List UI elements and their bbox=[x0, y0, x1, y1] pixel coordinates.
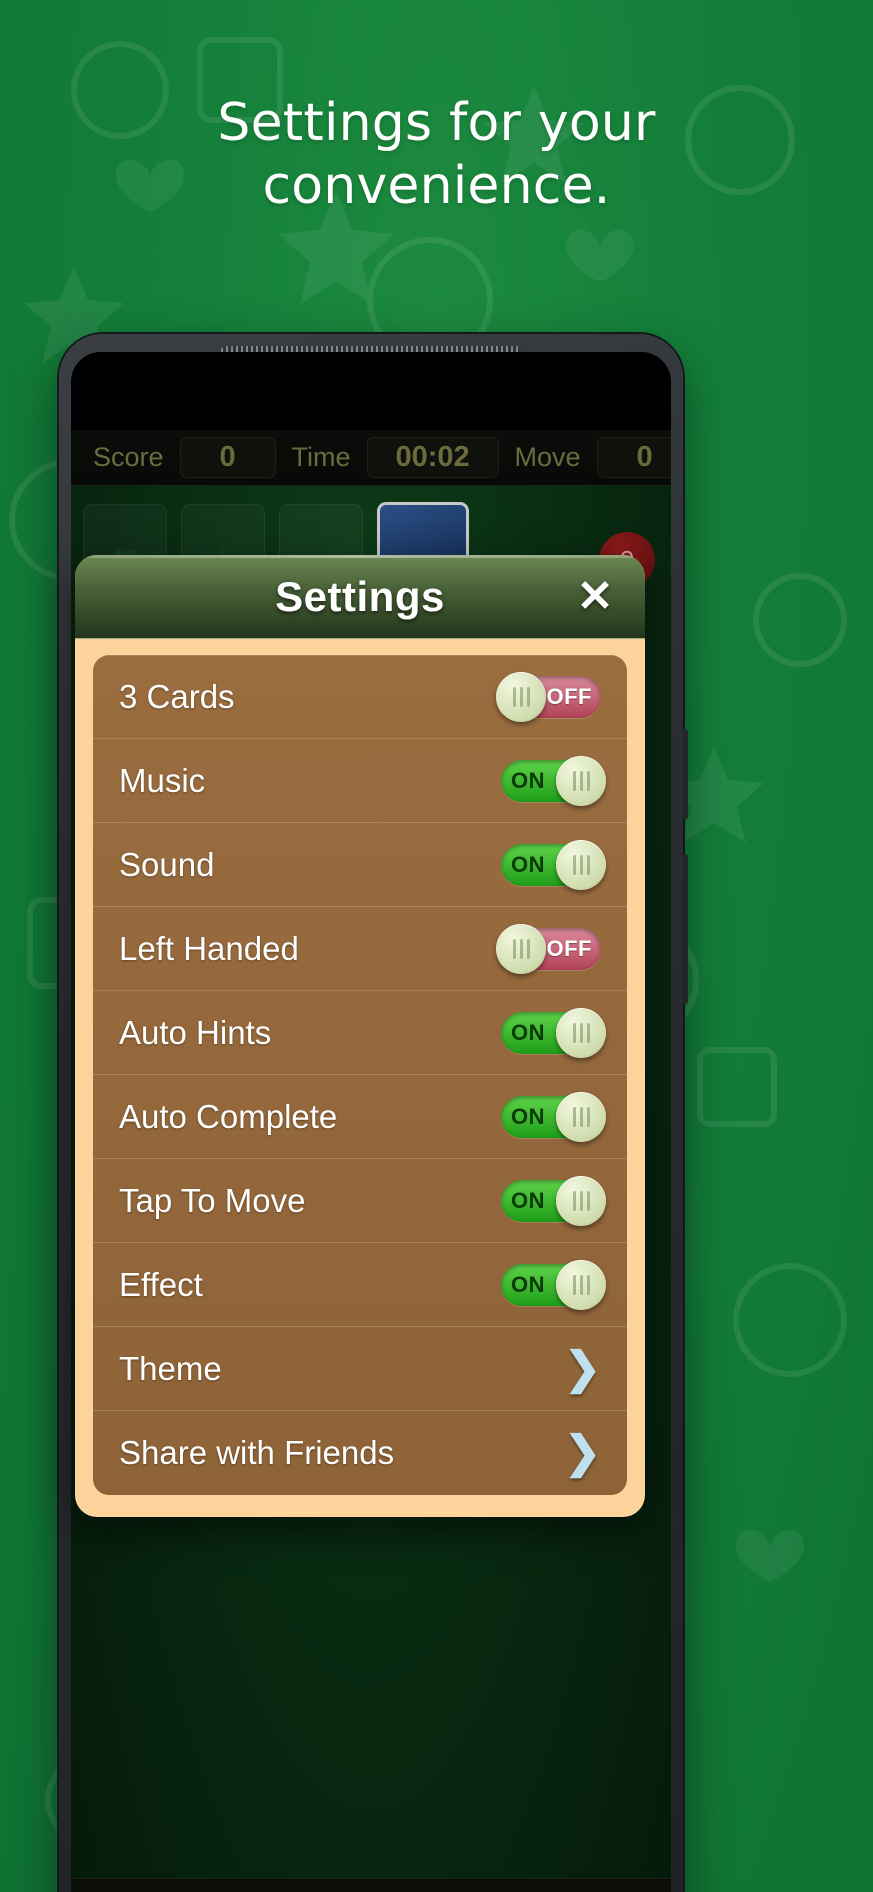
setting-label: Sound bbox=[119, 845, 215, 883]
setting-row-auto-complete[interactable]: Auto Complete ON bbox=[93, 1075, 627, 1159]
toggle-knob bbox=[556, 1175, 606, 1226]
setting-label: Auto Hints bbox=[119, 1013, 272, 1051]
toggle-knob bbox=[556, 1091, 606, 1142]
toggle-state-label: OFF bbox=[546, 683, 592, 709]
toggle-knob bbox=[556, 1259, 606, 1310]
setting-row-music[interactable]: Music ON bbox=[93, 739, 627, 823]
toggle-knob bbox=[556, 839, 606, 890]
setting-row-auto-hints[interactable]: Auto Hints ON bbox=[93, 991, 627, 1075]
settings-list: 3 Cards OFF Music ON Sound ON Left Hande… bbox=[93, 655, 627, 1495]
toggle-knob bbox=[556, 1007, 606, 1058]
toggle-state-label: OFF bbox=[546, 935, 592, 961]
toggle-tap-to-move[interactable]: ON bbox=[501, 1175, 606, 1226]
toggle-auto-hints[interactable]: ON bbox=[501, 1007, 606, 1058]
toggle-state-label: ON bbox=[511, 767, 545, 793]
move-label: Move bbox=[514, 442, 581, 472]
game-statusbar: Score 0 Time 00:02 Move 0 bbox=[71, 430, 671, 486]
toggle-knob bbox=[496, 923, 546, 974]
score-value: 0 bbox=[179, 437, 276, 478]
toggle-knob bbox=[556, 755, 606, 806]
setting-label: Left Handed bbox=[119, 929, 299, 967]
phone-volume-button bbox=[683, 729, 688, 819]
chevron-right-icon[interactable]: ❯ bbox=[564, 1346, 601, 1391]
promo-headline: Settings for your convenience. bbox=[217, 93, 656, 217]
phone-power-button bbox=[683, 854, 688, 1004]
toggle-state-label: ON bbox=[511, 1103, 545, 1129]
close-icon[interactable]: ✕ bbox=[571, 573, 619, 621]
toggle-3-cards[interactable]: OFF bbox=[496, 671, 601, 722]
screen-notch-area bbox=[71, 352, 671, 430]
toggle-state-label: ON bbox=[511, 1019, 545, 1045]
toggle-effect[interactable]: ON bbox=[501, 1259, 606, 1310]
toggle-state-label: ON bbox=[511, 851, 545, 877]
setting-label: Theme bbox=[119, 1349, 222, 1387]
score-label: Score bbox=[93, 442, 164, 472]
setting-row-theme[interactable]: Theme ❯ bbox=[93, 1327, 627, 1411]
move-value: 0 bbox=[596, 437, 671, 478]
chevron-right-icon[interactable]: ❯ bbox=[564, 1431, 601, 1475]
game-bottom-nav: Settings Daily Play Hint Undo bbox=[71, 1878, 671, 1892]
toggle-sound[interactable]: ON bbox=[501, 839, 606, 890]
setting-row-left-handed[interactable]: Left Handed OFF bbox=[93, 907, 627, 991]
setting-row-tap-to-move[interactable]: Tap To Move ON bbox=[93, 1159, 627, 1243]
promo-screenshot: Settings for your convenience. Score 0 T… bbox=[0, 0, 873, 1892]
settings-dialog-header: Settings ✕ bbox=[75, 555, 645, 639]
toggle-music[interactable]: ON bbox=[501, 755, 606, 806]
setting-row-effect[interactable]: Effect ON bbox=[93, 1243, 627, 1327]
time-label: Time bbox=[291, 442, 351, 472]
toggle-state-label: ON bbox=[511, 1271, 545, 1297]
setting-row-sound[interactable]: Sound ON bbox=[93, 823, 627, 907]
time-value: 00:02 bbox=[366, 437, 499, 478]
toggle-knob bbox=[496, 671, 546, 722]
settings-dialog-title: Settings bbox=[275, 572, 445, 620]
toggle-left-handed[interactable]: OFF bbox=[496, 923, 601, 974]
setting-label: Music bbox=[119, 761, 206, 799]
setting-row-3-cards[interactable]: 3 Cards OFF bbox=[93, 655, 627, 739]
toggle-auto-complete[interactable]: ON bbox=[501, 1091, 606, 1142]
setting-label: Tap To Move bbox=[119, 1181, 306, 1219]
settings-dialog-body: 3 Cards OFF Music ON Sound ON Left Hande… bbox=[75, 639, 645, 1517]
setting-label: Share with Friends bbox=[119, 1434, 395, 1471]
settings-dialog: Settings ✕ 3 Cards OFF Music ON Sound ON… bbox=[75, 555, 645, 1517]
setting-label: Auto Complete bbox=[119, 1097, 338, 1135]
setting-label: 3 Cards bbox=[119, 677, 235, 715]
toggle-state-label: ON bbox=[511, 1187, 545, 1213]
setting-label: Effect bbox=[119, 1265, 203, 1303]
setting-row-share-with-friends[interactable]: Share with Friends ❯ bbox=[93, 1411, 627, 1495]
